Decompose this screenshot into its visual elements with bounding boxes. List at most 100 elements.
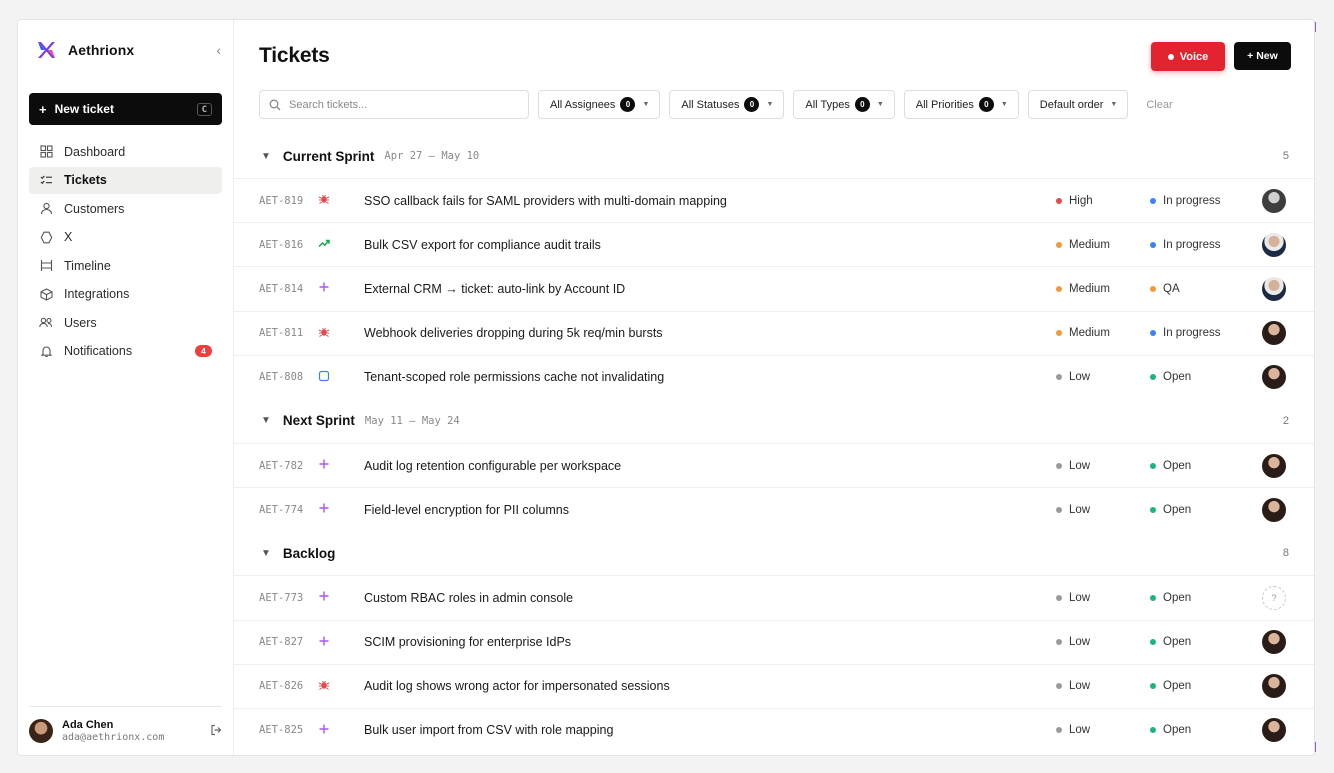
ticket-title[interactable]: Webhook deliveries dropping during 5k re… — [364, 326, 1056, 340]
sidebar-item-x[interactable]: X — [29, 224, 222, 251]
logout-icon[interactable] — [210, 724, 222, 739]
sidebar-item-customers[interactable]: Customers — [29, 195, 222, 222]
priority[interactable]: Medium — [1056, 327, 1150, 339]
priority[interactable]: Low — [1056, 680, 1150, 692]
status-dot-icon — [1150, 683, 1156, 690]
status[interactable]: Open — [1150, 636, 1262, 648]
priority[interactable]: Low — [1056, 371, 1150, 383]
avatar[interactable] — [29, 719, 53, 743]
priority[interactable]: Low — [1056, 636, 1150, 648]
sidebar-item-notifications[interactable]: Notifications 4 — [29, 338, 222, 365]
ticket-row[interactable]: AET-811 Webhook deliveries dropping durin… — [234, 310, 1314, 355]
ticket-row[interactable]: AET-827 SCIM provisioning for enterprise … — [234, 619, 1314, 664]
status[interactable]: In progress — [1150, 239, 1262, 251]
sidebar: Aethrionx ‹ + New ticket C Dashboard Tick… — [18, 20, 234, 755]
search-box[interactable] — [259, 90, 529, 119]
sidebar-item-tickets[interactable]: Tickets — [29, 166, 222, 194]
priority[interactable]: Medium — [1056, 239, 1150, 251]
avatar[interactable] — [1262, 630, 1286, 655]
new-button[interactable]: + New — [1234, 42, 1291, 70]
status-dot-icon — [1150, 285, 1156, 292]
collapse-triangle-icon[interactable]: ▼ — [261, 548, 271, 559]
order-select[interactable]: Default order ▼ — [1027, 90, 1129, 119]
ticket-row[interactable]: AET-814 External CRM → ticket: auto-link … — [234, 266, 1314, 310]
avatar[interactable] — [1262, 497, 1286, 522]
types-filter[interactable]: All Types 0 ▼ — [793, 90, 895, 119]
sidebar-item-users[interactable]: Users — [29, 309, 222, 336]
priority-dot-icon — [1056, 374, 1062, 381]
status-label: Open — [1163, 591, 1192, 604]
ticket-row[interactable]: AET-808 Tenant-scoped role permissions ca… — [234, 354, 1314, 399]
ticket-row[interactable]: AET-782 Audit log retention configurable … — [234, 442, 1314, 487]
ticket-title[interactable]: Bulk user import from CSV with role mapp… — [364, 723, 1056, 737]
sidebar-item-integrations[interactable]: Integrations — [29, 281, 222, 308]
avatar[interactable] — [1262, 232, 1286, 257]
status[interactable]: In progress — [1150, 195, 1262, 207]
status[interactable]: Open — [1150, 680, 1262, 692]
priority[interactable]: High — [1056, 195, 1150, 207]
avatar[interactable] — [1262, 188, 1286, 213]
status-label: In progress — [1163, 327, 1221, 340]
avatar[interactable] — [1262, 321, 1286, 346]
sidebar-item-timeline[interactable]: Timeline — [29, 252, 222, 279]
ticket-row[interactable]: AET-773 Custom RBAC roles in admin consol… — [234, 575, 1314, 619]
ticket-row[interactable]: AET-825 Bulk user import from CSV with ro… — [234, 707, 1314, 752]
sidebar-item-label: Tickets — [64, 173, 107, 187]
ticket-title[interactable]: SSO callback fails for SAML providers wi… — [364, 194, 1056, 208]
ticket-title[interactable]: Audit log shows wrong actor for imperson… — [364, 679, 1056, 693]
priorities-filter[interactable]: All Priorities 0 ▼ — [903, 90, 1019, 119]
status[interactable]: Open — [1150, 592, 1262, 604]
status[interactable]: Open — [1150, 504, 1262, 516]
ticket-title[interactable]: External CRM → ticket: auto-link by Acco… — [364, 282, 1056, 296]
ticket-title[interactable]: Tenant-scoped role permissions cache not… — [364, 370, 1056, 384]
ticket-id: AET-782 — [259, 459, 304, 472]
ticket-title[interactable]: Audit log retention configurable per wor… — [364, 459, 1056, 473]
shortcut-hint: C — [196, 102, 212, 116]
ticket-row[interactable]: AET-819 SSO callback fails for SAML provi… — [234, 178, 1314, 222]
group-header[interactable]: ▼ Next Sprint May 11 — May 24 2 — [234, 399, 1314, 443]
voice-button[interactable]: Voice — [1151, 42, 1225, 71]
avatar[interactable] — [1262, 674, 1286, 699]
statuses-filter[interactable]: All Statuses 0 ▼ — [669, 90, 785, 119]
sidebar-item-label: Dashboard — [64, 144, 126, 159]
status[interactable]: Open — [1150, 724, 1262, 736]
priority[interactable]: Low — [1056, 504, 1150, 516]
ticket-title[interactable]: Field-level encryption for PII columns — [364, 503, 1056, 517]
sidebar-item-label: Users — [64, 315, 97, 330]
status-label: Open — [1163, 636, 1192, 649]
sidebar-item-dashboard[interactable]: Dashboard — [29, 138, 222, 165]
assignees-filter[interactable]: All Assignees 0 ▼ — [538, 90, 661, 119]
collapse-triangle-icon[interactable]: ▼ — [261, 415, 271, 426]
status[interactable]: QA — [1150, 283, 1262, 295]
priority[interactable]: Low — [1056, 592, 1150, 604]
priorities-filter-label: All Priorities — [915, 98, 974, 111]
collapse-sidebar-icon[interactable]: ‹ — [216, 42, 221, 58]
group-header[interactable]: ▼ Current Sprint Apr 27 — May 10 5 — [234, 134, 1314, 178]
ticket-id: AET-816 — [259, 238, 304, 251]
new-ticket-button[interactable]: + New ticket C — [29, 93, 222, 125]
ticket-title[interactable]: Custom RBAC roles in admin console — [364, 591, 1056, 605]
ticket-title[interactable]: SCIM provisioning for enterprise IdPs — [364, 635, 1056, 649]
user-profile: Ada Chen ada@aethrionx.com — [29, 706, 222, 755]
status[interactable]: Open — [1150, 371, 1262, 383]
ticket-title[interactable]: Bulk CSV export for compliance audit tra… — [364, 238, 1056, 252]
collapse-triangle-icon[interactable]: ▼ — [261, 151, 271, 162]
unassigned-avatar[interactable]: ? — [1262, 585, 1286, 610]
group-header[interactable]: ▼ Backlog 8 — [234, 531, 1314, 575]
avatar[interactable] — [1262, 718, 1286, 743]
avatar[interactable] — [1262, 365, 1286, 390]
priority[interactable]: Low — [1056, 460, 1150, 472]
priority-dot-icon — [1056, 506, 1062, 513]
search-input[interactable] — [289, 98, 509, 111]
status[interactable]: In progress — [1150, 327, 1262, 339]
ticket-row[interactable]: AET-816 Bulk CSV export for compliance au… — [234, 222, 1314, 266]
priority-label: Medium — [1069, 327, 1110, 340]
priority[interactable]: Low — [1056, 724, 1150, 736]
priority[interactable]: Medium — [1056, 283, 1150, 295]
avatar[interactable] — [1262, 453, 1286, 478]
ticket-row[interactable]: AET-774 Field-level encryption for PII co… — [234, 487, 1314, 531]
clear-filters-button[interactable]: Clear — [1146, 99, 1172, 111]
status[interactable]: Open — [1150, 460, 1262, 472]
ticket-row[interactable]: AET-826 Audit log shows wrong actor for i… — [234, 663, 1314, 708]
avatar[interactable] — [1262, 276, 1286, 301]
